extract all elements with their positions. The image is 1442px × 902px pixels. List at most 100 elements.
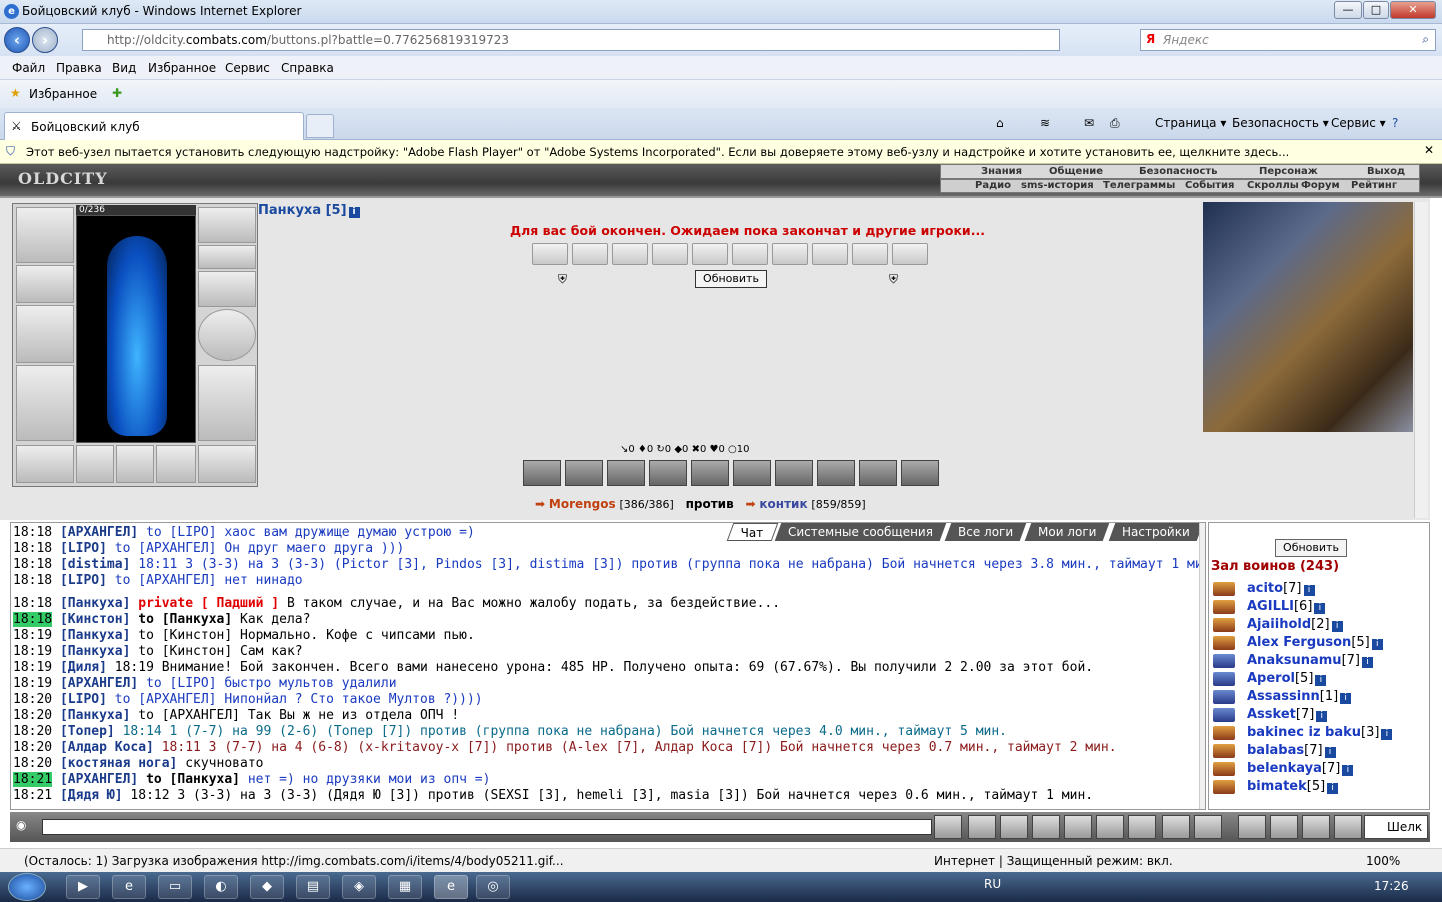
mail-icon[interactable]: ✉ — [1084, 116, 1094, 130]
ring-slot-1[interactable] — [76, 445, 114, 483]
home-icon[interactable]: ⌂ — [996, 116, 1004, 130]
clock[interactable]: 17:26 — [1374, 879, 1409, 893]
info-icon[interactable]: i — [348, 207, 360, 218]
main-scrollbar[interactable] — [1414, 202, 1428, 518]
belt-slot[interactable] — [16, 445, 74, 483]
chat-nick[interactable]: [Панкуха] — [60, 708, 130, 723]
ability-slot[interactable] — [607, 460, 645, 486]
scroll-slot[interactable] — [572, 243, 608, 265]
player-item[interactable]: balabas[7] i — [1213, 743, 1336, 758]
player-item[interactable]: Ajaiihold[2] i — [1213, 617, 1343, 632]
scroll-slot[interactable] — [692, 243, 728, 265]
player-name[interactable]: Assket — [1247, 707, 1296, 722]
helmet-slot[interactable] — [16, 207, 74, 263]
info-icon[interactable]: i — [1371, 639, 1383, 650]
nav-security[interactable]: Безопасность — [1139, 166, 1218, 177]
nav-forum[interactable]: Форум — [1301, 180, 1340, 191]
ring-slot-3[interactable] — [156, 445, 196, 483]
chat-nick[interactable]: [Дядя Ю] — [60, 788, 123, 803]
player-name[interactable]: Assassinn — [1247, 689, 1320, 704]
chat-nick[interactable]: [Алдар Коса] — [60, 740, 154, 755]
scroll-slot[interactable] — [772, 243, 808, 265]
character-name[interactable]: Панкуха [5] i — [258, 203, 360, 218]
nav-communication[interactable]: Общение — [1049, 166, 1103, 177]
chat-recipient[interactable]: to [Панкуха] — [138, 612, 232, 627]
player-name[interactable]: Ajaiihold — [1247, 617, 1311, 632]
taskbar-app-icon[interactable]: ◆ — [250, 875, 284, 899]
infobar-close-icon[interactable]: ✕ — [1424, 143, 1434, 157]
fighter1-name[interactable]: Morengos — [549, 497, 616, 511]
fighter2-name[interactable]: контик — [759, 497, 807, 511]
nav-rating[interactable]: Рейтинг — [1351, 180, 1397, 191]
taskbar-app-icon[interactable]: ◈ — [342, 875, 376, 899]
maximize-button[interactable]: □ — [1363, 1, 1389, 19]
player-item[interactable]: Anaksunamu[7] i — [1213, 653, 1373, 668]
nav-radio[interactable]: Радио — [975, 180, 1011, 191]
ability-slot[interactable] — [775, 460, 813, 486]
nav-knowledge[interactable]: Знания — [981, 166, 1022, 177]
chat-nick[interactable]: [LIPO] — [60, 573, 107, 588]
info-icon[interactable]: i — [1331, 621, 1343, 632]
music-button[interactable]: Шелк — [1364, 815, 1428, 839]
tab-chat[interactable]: Чат — [726, 523, 778, 541]
info-icon[interactable]: i — [1315, 675, 1327, 686]
scroll-slot[interactable] — [652, 243, 688, 265]
page-menu[interactable]: Страница ▾ — [1155, 116, 1226, 130]
address-bar[interactable]: http://oldcity.combats.com/buttons.pl?ba… — [82, 29, 1060, 51]
tab-my-logs[interactable]: Мои логи — [1024, 523, 1110, 541]
player-name[interactable]: Anaksunamu — [1247, 653, 1342, 668]
start-button[interactable] — [8, 873, 46, 901]
battle-refresh-button[interactable]: Обновить — [695, 270, 767, 288]
room-refresh-button[interactable]: Обновить — [1275, 539, 1347, 557]
tools-menu[interactable]: Сервис ▾ — [1331, 116, 1386, 130]
toolbar-button[interactable] — [1270, 815, 1298, 839]
info-icon[interactable]: i — [1327, 783, 1339, 794]
tab-all-logs[interactable]: Все логи — [944, 523, 1027, 541]
necklace-slot[interactable] — [198, 245, 256, 269]
taskbar-app-icon[interactable]: ▦ — [388, 875, 422, 899]
tab-settings[interactable]: Настройки — [1108, 523, 1204, 541]
pants-slot[interactable] — [198, 365, 256, 441]
player-item[interactable]: Aperol[5] i — [1213, 671, 1327, 686]
chat-nick[interactable]: [Панкуха] — [60, 596, 130, 611]
scroll-slot[interactable] — [812, 243, 848, 265]
info-icon[interactable]: i — [1324, 747, 1336, 758]
taskbar-app-icon[interactable]: ▤ — [296, 875, 330, 899]
ability-slot[interactable] — [817, 460, 855, 486]
chat-nick[interactable]: [distima] — [60, 557, 130, 572]
chat-nick[interactable]: [Кинстон] — [60, 612, 130, 627]
search-box[interactable]: Я Яндекс ⌕ — [1140, 29, 1436, 51]
player-item[interactable]: Assket[7] i — [1213, 707, 1328, 722]
player-name[interactable]: Aperol — [1247, 671, 1295, 686]
chat-nick[interactable]: [костяная нога] — [60, 756, 177, 771]
player-name[interactable]: bimatek — [1247, 779, 1307, 794]
toolbar-button[interactable] — [1238, 815, 1266, 839]
forward-button[interactable]: › — [32, 27, 58, 53]
player-name[interactable]: bakinec iz baku — [1247, 725, 1361, 740]
player-item[interactable]: AGILLI[6] i — [1213, 599, 1326, 614]
chat-nick[interactable]: [АРХАНГЕЛ] — [60, 676, 138, 691]
exit-button[interactable] — [1334, 815, 1362, 839]
minimize-button[interactable]: — — [1334, 1, 1362, 19]
info-icon[interactable]: i — [1316, 711, 1328, 722]
nav-events[interactable]: События — [1185, 180, 1234, 191]
close-button[interactable]: ✕ — [1390, 1, 1436, 19]
character-doll[interactable] — [76, 215, 196, 443]
menu-help[interactable]: Справка — [281, 61, 334, 75]
back-button[interactable]: ‹ — [4, 27, 30, 53]
nav-character[interactable]: Персонаж — [1259, 166, 1318, 177]
chat-nick[interactable]: [Диля] — [60, 660, 107, 675]
zoom-level[interactable]: 100% — [1366, 854, 1400, 868]
toolbar-button[interactable] — [1302, 815, 1330, 839]
toolbar-button[interactable] — [1000, 815, 1028, 839]
menu-edit[interactable]: Правка — [56, 61, 102, 75]
info-icon[interactable]: i — [1381, 729, 1393, 740]
ability-slot[interactable] — [649, 460, 687, 486]
shield-slot[interactable] — [198, 309, 256, 361]
info-icon[interactable]: i — [1314, 603, 1326, 614]
player-name[interactable]: acito — [1247, 581, 1283, 596]
tab-combats[interactable]: ⚔ Бойцовский клуб — [4, 112, 304, 140]
player-name[interactable]: balabas — [1247, 743, 1304, 758]
player-item[interactable]: bimatek[5] i — [1213, 779, 1339, 794]
boots-slot[interactable] — [198, 445, 256, 483]
